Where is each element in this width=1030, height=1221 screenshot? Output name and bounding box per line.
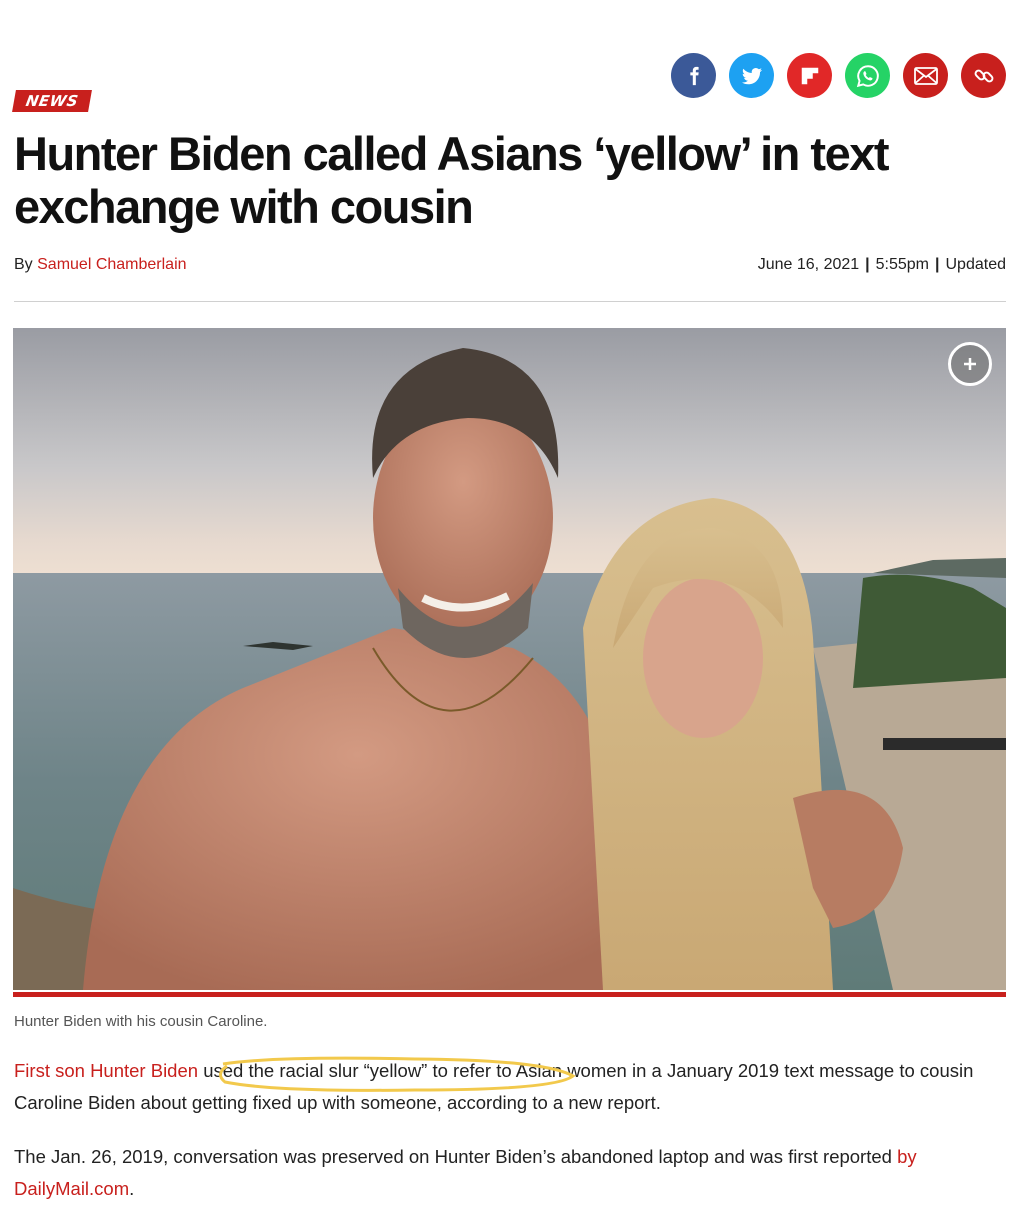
- twitter-icon: [741, 67, 762, 84]
- dateline: June 16, 2021 | 5:55pm | Updated: [757, 256, 1007, 273]
- author-link[interactable]: Samuel Chamberlain: [37, 256, 186, 273]
- whatsapp-icon: [856, 64, 879, 87]
- headline: Hunter Biden called Asians ‘yellow’ in t…: [14, 127, 890, 233]
- publish-date: June 16, 2021: [757, 256, 860, 273]
- facebook-icon: [689, 66, 699, 85]
- flipboard-icon: [801, 67, 818, 84]
- expand-photo-button[interactable]: [948, 342, 992, 386]
- byline: By Samuel Chamberlain: [14, 256, 187, 274]
- share-bar: [671, 53, 1006, 98]
- updated-label[interactable]: Updated: [946, 256, 1007, 273]
- email-share-button[interactable]: [903, 53, 948, 98]
- photo-divider: [13, 992, 1006, 997]
- whatsapp-share-button[interactable]: [845, 53, 890, 98]
- copy-link-button[interactable]: [961, 53, 1006, 98]
- paragraph-2: The Jan. 26, 2019, conversation was pres…: [14, 1141, 1004, 1205]
- publish-time: 5:55pm: [875, 256, 930, 273]
- paragraph-2-end: .: [129, 1178, 135, 1199]
- section-badge[interactable]: NEWS: [12, 90, 93, 112]
- email-icon: [913, 66, 938, 85]
- byline-prefix: By: [14, 256, 33, 273]
- flipboard-share-button[interactable]: [787, 53, 832, 98]
- facebook-share-button[interactable]: [671, 53, 716, 98]
- header-divider: [14, 301, 1006, 302]
- photo-caption: Hunter Biden with his cousin Caroline.: [14, 1013, 268, 1030]
- link-icon: [974, 69, 993, 82]
- hunter-biden-link[interactable]: First son Hunter Biden: [14, 1060, 198, 1081]
- plus-icon: [964, 358, 976, 370]
- paragraph-1: First son Hunter Biden used the racial s…: [14, 1055, 1004, 1119]
- article-photo[interactable]: [13, 328, 1006, 990]
- twitter-share-button[interactable]: [729, 53, 774, 98]
- paragraph-2-text: The Jan. 26, 2019, conversation was pres…: [14, 1146, 898, 1167]
